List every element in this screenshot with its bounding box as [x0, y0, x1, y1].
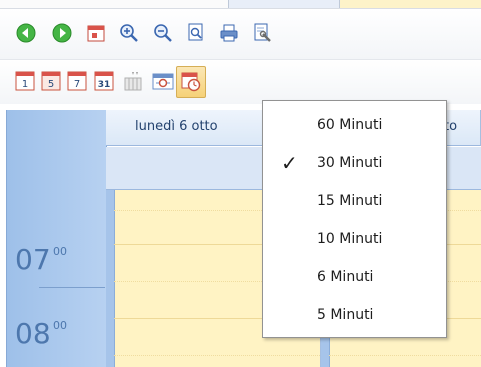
navigation-toolbar	[0, 9, 481, 60]
top-strip	[0, 0, 481, 9]
print-preview-icon	[188, 23, 203, 41]
time-scale-icon	[181, 72, 201, 92]
time-label-07: 07 00	[15, 234, 101, 274]
day-view-button[interactable]: 1	[14, 70, 36, 92]
resource-view-icon	[152, 73, 174, 90]
month-view-icon: 31	[94, 71, 114, 91]
menu-item-60-minutes[interactable]: 60 Minuti	[263, 106, 446, 144]
page-setup-icon	[254, 23, 271, 42]
time-hour: 07	[15, 243, 51, 276]
menu-item-30-minutes[interactable]: ✓ 30 Minuti	[263, 144, 446, 182]
time-minutes: 00	[53, 319, 67, 332]
day-column-gutter	[106, 190, 115, 367]
menu-item-label: 60 Minuti	[317, 117, 383, 133]
menu-item-label: 10 Minuti	[317, 231, 383, 247]
resource-view-button[interactable]	[152, 70, 174, 92]
time-ruler: 07 00 08 00	[6, 110, 107, 367]
time-scale-button[interactable]	[176, 66, 206, 98]
calendar-view-icon	[87, 25, 105, 42]
back-arrow-icon	[16, 23, 36, 43]
menu-item-label: 30 Minuti	[317, 155, 383, 171]
forward-button[interactable]	[51, 22, 73, 44]
zoom-in-button[interactable]	[118, 22, 140, 44]
checkmark-icon: ✓	[281, 151, 298, 175]
half-hour-line	[329, 355, 481, 356]
menu-item-label: 6 Minuti	[317, 269, 374, 285]
forward-arrow-icon	[52, 23, 72, 43]
zoom-out-icon	[154, 24, 172, 42]
work-week-view-button[interactable]: 5	[40, 70, 62, 92]
time-hour: 08	[15, 317, 51, 350]
half-hour-line	[114, 355, 320, 356]
today-button[interactable]	[85, 22, 107, 44]
menu-item-label: 5 Minuti	[317, 307, 374, 323]
week-view-button[interactable]: 7	[66, 70, 88, 92]
menu-item-15-minutes[interactable]: 15 Minuti	[263, 182, 446, 220]
work-week-view-number: 5	[48, 79, 54, 90]
timeline-view-icon	[124, 72, 142, 91]
menu-item-5-minutes[interactable]: 5 Minuti	[263, 296, 446, 334]
work-week-view-icon: 5	[41, 71, 61, 91]
calendar-window: 1 5 7 31 07 00 08 00 lunedì 6 otto 60 Mi…	[0, 0, 481, 367]
time-ruler-line	[39, 287, 105, 288]
menu-item-10-minutes[interactable]: 10 Minuti	[263, 220, 446, 258]
back-button[interactable]	[15, 22, 37, 44]
day-header-label: lunedì 6 otto	[135, 119, 218, 134]
menu-item-6-minutes[interactable]: 6 Minuti	[263, 258, 446, 296]
page-setup-button[interactable]	[252, 22, 274, 44]
day-view-number: 1	[22, 79, 28, 90]
week-view-number: 7	[74, 79, 80, 90]
time-minutes: 00	[53, 245, 67, 258]
month-view-number: 31	[98, 80, 111, 90]
print-icon	[220, 24, 238, 42]
top-strip-header-remnant	[228, 0, 340, 8]
print-preview-button[interactable]	[185, 22, 207, 44]
view-toolbar: 1 5 7 31	[0, 60, 481, 105]
top-strip-body-remnant	[340, 0, 481, 8]
week-view-icon: 7	[67, 71, 87, 91]
menu-item-label: 15 Minuti	[317, 193, 383, 209]
month-view-button[interactable]: 31	[93, 70, 115, 92]
zoom-in-icon	[120, 24, 138, 42]
timeline-view-button[interactable]	[122, 70, 144, 92]
day-view-icon: 1	[15, 71, 35, 91]
time-scale-menu: 60 Minuti ✓ 30 Minuti 15 Minuti 10 Minut…	[262, 100, 447, 338]
zoom-out-button[interactable]	[152, 22, 174, 44]
time-label-08: 08 00	[15, 308, 101, 348]
print-button[interactable]	[218, 22, 240, 44]
